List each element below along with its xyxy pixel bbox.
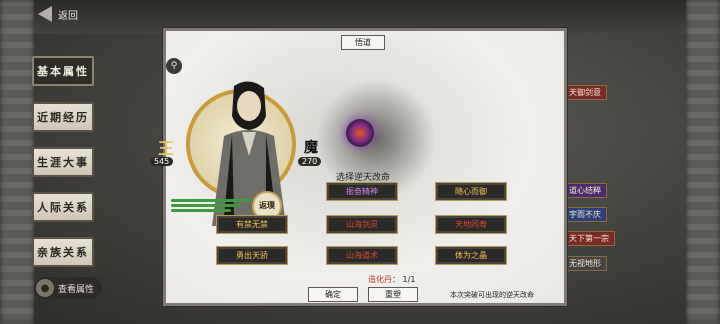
trait-tag[interactable]: 无视地形 xyxy=(563,256,607,271)
breakthrough-note: 本次突破可出现的逆天改命 xyxy=(450,291,534,299)
stat-value-right: 270 xyxy=(298,157,322,166)
sidebar-item-label: 生涯大事 xyxy=(37,156,89,169)
left-pillar xyxy=(0,0,34,324)
pill-counter: 造化丹： 1/1 xyxy=(368,275,416,284)
fate-option[interactable]: 天地同寿 xyxy=(435,215,507,234)
trait-tag[interactable]: 宇而不庆 xyxy=(563,207,607,222)
fate-option[interactable]: 体为之晶 xyxy=(435,246,507,265)
fate-orb-icon xyxy=(346,119,374,147)
sidebar-item-basic[interactable]: 基本属性 xyxy=(32,56,94,86)
stat-value-left: 545 xyxy=(150,157,174,166)
reset-button[interactable]: 重塑 xyxy=(368,287,418,302)
pill-count: 1/1 xyxy=(402,275,416,284)
confirm-button[interactable]: 确定 xyxy=(308,287,358,302)
sidebar-item-label: 亲族关系 xyxy=(37,246,89,259)
pill-label: 造化丹 xyxy=(368,275,392,284)
trait-tag[interactable]: 天下第一宗 xyxy=(563,231,615,246)
fate-option[interactable]: 有禁无禁 xyxy=(216,215,288,234)
trait-tag[interactable]: 天御剑意 xyxy=(563,85,607,100)
fate-option[interactable]: 山海剑灵 xyxy=(326,215,398,234)
view-attributes-label: 查看属性 xyxy=(58,284,95,295)
enlightenment-dialog: 悟道 ⚲ 王 545 魔 270 返璞 选择逆天改命 振奋精神 随心而御 有禁无… xyxy=(150,28,567,306)
progress-bars xyxy=(171,199,251,214)
person-icon: ● xyxy=(36,279,54,297)
back-arrow-icon xyxy=(38,6,52,22)
back-label: 返回 xyxy=(58,10,78,22)
sidebar-item-label: 基本属性 xyxy=(37,65,89,78)
rank-mark: 王 xyxy=(158,139,175,158)
magnifier-icon[interactable]: ⚲ xyxy=(166,58,182,74)
trait-tag[interactable]: 道心结粹 xyxy=(563,183,607,198)
fate-option[interactable]: 山海道术 xyxy=(326,246,398,265)
sidebar-item-relations[interactable]: 人际关系 xyxy=(32,192,94,222)
fate-option[interactable]: 振奋精神 xyxy=(326,182,398,201)
fate-option[interactable]: 随心而御 xyxy=(435,182,507,201)
sidebar-item-label: 人际关系 xyxy=(37,201,89,214)
dialog-title: 悟道 xyxy=(341,35,385,50)
sidebar-item-recent[interactable]: 近期经历 xyxy=(32,102,94,132)
fate-option[interactable]: 勇出天骄 xyxy=(216,246,288,265)
right-pillar xyxy=(686,0,720,324)
sidebar-item-label: 近期经历 xyxy=(37,111,89,124)
sidebar-item-family[interactable]: 亲族关系 xyxy=(32,237,94,267)
back-button[interactable]: 返回 xyxy=(38,6,78,22)
sidebar-item-career[interactable]: 生涯大事 xyxy=(32,147,94,177)
view-attributes-button[interactable]: ● 查看属性 xyxy=(34,277,103,299)
